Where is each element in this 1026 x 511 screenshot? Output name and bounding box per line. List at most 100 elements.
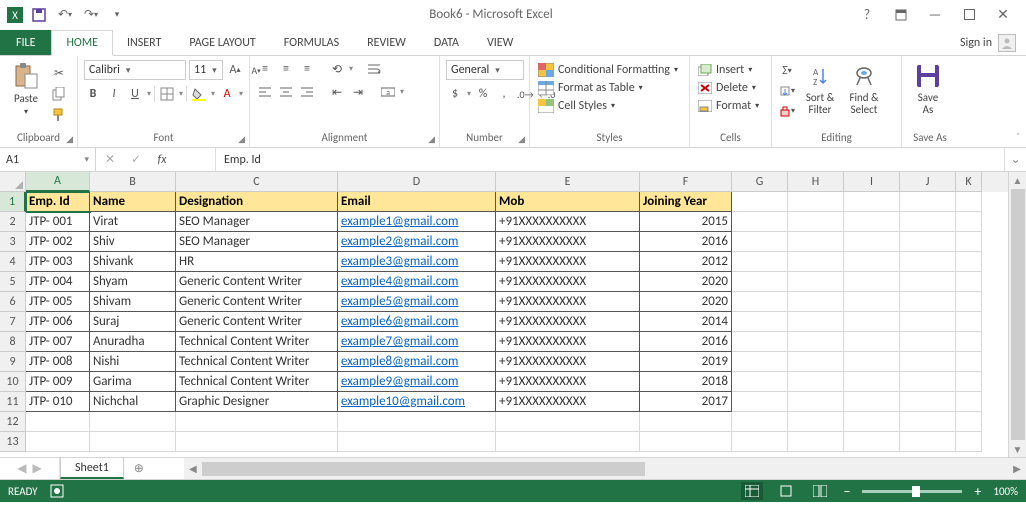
view-page-break-icon[interactable]: [809, 482, 831, 500]
cell-H2[interactable]: [788, 212, 844, 232]
column-header-G[interactable]: G: [732, 172, 788, 192]
zoom-level[interactable]: 100%: [993, 485, 1018, 498]
sheet-tab-sheet1[interactable]: Sheet1: [60, 458, 124, 479]
font-name-combo[interactable]: Calibri▾: [84, 60, 186, 80]
column-header-F[interactable]: F: [640, 172, 732, 192]
row-header-12[interactable]: 12: [0, 412, 26, 432]
cell-E3[interactable]: +91XXXXXXXXXX: [496, 232, 640, 252]
fx-insert-function-icon[interactable]: fx: [152, 153, 172, 167]
cell-K1[interactable]: [956, 192, 982, 212]
wrap-text-icon[interactable]: [365, 60, 383, 78]
cell-I7[interactable]: [844, 312, 900, 332]
cell-I10[interactable]: [844, 372, 900, 392]
cell-G13[interactable]: [732, 432, 788, 452]
qat-customize-icon[interactable]: ▾: [106, 4, 128, 26]
zoom-in-icon[interactable]: +: [974, 483, 981, 500]
chevron-down-icon[interactable]: ▾: [400, 87, 404, 97]
cell-H13[interactable]: [788, 432, 844, 452]
align-bottom-icon[interactable]: ≡: [298, 60, 316, 78]
cell-F6[interactable]: 2020: [640, 292, 732, 312]
cell-E12[interactable]: [496, 412, 640, 432]
copy-icon[interactable]: [50, 85, 68, 103]
new-sheet-icon[interactable]: ⊕: [124, 458, 154, 479]
cell-A13[interactable]: [26, 432, 90, 452]
percent-format-icon[interactable]: %: [474, 85, 492, 103]
column-header-E[interactable]: E: [496, 172, 640, 192]
row-header-1[interactable]: 1: [0, 192, 26, 212]
cell-J6[interactable]: [900, 292, 956, 312]
cell-J5[interactable]: [900, 272, 956, 292]
cell-G5[interactable]: [732, 272, 788, 292]
cell-A6[interactable]: JTP- 005: [26, 292, 90, 312]
help-icon[interactable]: ?: [854, 4, 880, 26]
chevron-down-icon[interactable]: ▾: [239, 89, 243, 99]
cell-K11[interactable]: [956, 392, 982, 412]
cell-K8[interactable]: [956, 332, 982, 352]
cell-D11[interactable]: example10@gmail.com: [338, 392, 496, 412]
cell-D10[interactable]: example9@gmail.com: [338, 372, 496, 392]
underline-button[interactable]: U: [126, 85, 144, 103]
comma-format-icon[interactable]: ,: [495, 85, 513, 103]
scroll-left-icon[interactable]: ◀: [184, 462, 202, 475]
cell-C12[interactable]: [176, 412, 338, 432]
cell-C4[interactable]: HR: [176, 252, 338, 272]
cell-F13[interactable]: [640, 432, 732, 452]
decrease-indent-icon[interactable]: ⇤: [328, 83, 346, 101]
row-header-6[interactable]: 6: [0, 292, 26, 312]
paste-button[interactable]: Paste ▾: [6, 60, 46, 119]
cell-G10[interactable]: [732, 372, 788, 392]
row-header-7[interactable]: 7: [0, 312, 26, 332]
cell-J13[interactable]: [900, 432, 956, 452]
cell-C5[interactable]: Generic Content Writer: [176, 272, 338, 292]
cell-C2[interactable]: SEO Manager: [176, 212, 338, 232]
cell-H1[interactable]: [788, 192, 844, 212]
cell-H12[interactable]: [788, 412, 844, 432]
cell-J7[interactable]: [900, 312, 956, 332]
cell-H11[interactable]: [788, 392, 844, 412]
cell-I3[interactable]: [844, 232, 900, 252]
qat-save-icon[interactable]: [28, 4, 50, 26]
borders-icon[interactable]: [158, 85, 176, 103]
cell-K3[interactable]: [956, 232, 982, 252]
align-right-icon[interactable]: [298, 83, 316, 101]
cell-styles-button[interactable]: Cell Styles▾: [536, 98, 617, 114]
cell-D8[interactable]: example7@gmail.com: [338, 332, 496, 352]
cell-D4[interactable]: example3@gmail.com: [338, 252, 496, 272]
cell-D2[interactable]: example1@gmail.com: [338, 212, 496, 232]
view-normal-icon[interactable]: [741, 482, 763, 500]
cell-A2[interactable]: JTP- 001: [26, 212, 90, 232]
cell-E11[interactable]: +91XXXXXXXXXX: [496, 392, 640, 412]
cell-B12[interactable]: [90, 412, 176, 432]
cell-E5[interactable]: +91XXXXXXXXXX: [496, 272, 640, 292]
cell-A7[interactable]: JTP- 006: [26, 312, 90, 332]
align-middle-icon[interactable]: ≡: [277, 60, 295, 78]
fill-color-icon[interactable]: [190, 85, 208, 103]
cell-A10[interactable]: JTP- 009: [26, 372, 90, 392]
cell-H10[interactable]: [788, 372, 844, 392]
cell-E4[interactable]: +91XXXXXXXXXX: [496, 252, 640, 272]
increase-font-icon[interactable]: A▴: [226, 61, 244, 79]
cell-D12[interactable]: [338, 412, 496, 432]
dialog-launcher-icon[interactable]: ◢: [238, 134, 245, 145]
cell-E7[interactable]: +91XXXXXXXXXX: [496, 312, 640, 332]
cell-G3[interactable]: [732, 232, 788, 252]
column-header-K[interactable]: K: [956, 172, 982, 192]
zoom-slider[interactable]: [862, 490, 962, 493]
cell-J4[interactable]: [900, 252, 956, 272]
select-all-corner[interactable]: [0, 172, 26, 192]
cell-F5[interactable]: 2020: [640, 272, 732, 292]
orientation-icon[interactable]: ⟲: [328, 60, 346, 78]
cell-F2[interactable]: 2015: [640, 212, 732, 232]
ribbon-options-icon[interactable]: [888, 4, 914, 26]
dialog-launcher-icon[interactable]: ◢: [66, 134, 73, 145]
number-format-combo[interactable]: General▾: [446, 60, 524, 80]
cell-A9[interactable]: JTP- 008: [26, 352, 90, 372]
accounting-format-icon[interactable]: $: [446, 85, 464, 103]
column-header-D[interactable]: D: [338, 172, 496, 192]
cell-J1[interactable]: [900, 192, 956, 212]
cell-D1[interactable]: Email: [338, 192, 496, 212]
cell-G12[interactable]: [732, 412, 788, 432]
cell-D13[interactable]: [338, 432, 496, 452]
cell-H8[interactable]: [788, 332, 844, 352]
cell-A4[interactable]: JTP- 003: [26, 252, 90, 272]
